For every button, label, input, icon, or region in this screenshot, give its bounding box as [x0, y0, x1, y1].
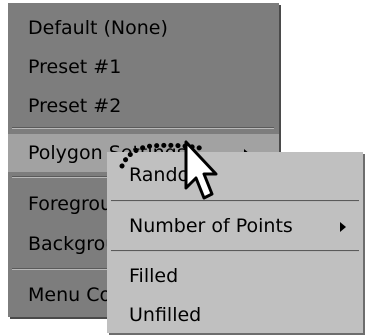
submenu-arrow-icon [340, 222, 346, 232]
submenu-item-filled[interactable]: Filled [107, 258, 363, 294]
menu-separator [12, 268, 107, 270]
submenu-item-number-of-points[interactable]: Number of Points [107, 208, 363, 244]
submenu-separator [111, 200, 359, 202]
polygon-settings-submenu: Random Number of Points Filled Unfilled [107, 152, 363, 333]
menu-item-default-none[interactable]: Default (None) [8, 9, 279, 47]
menu-separator [12, 176, 107, 178]
menu-stage: Default (None) Preset #1 Preset #2 Polyg… [0, 0, 366, 335]
submenu-item-number-of-points-label: Number of Points [129, 215, 293, 237]
submenu-separator [111, 250, 359, 252]
arrow-pointer-icon [184, 140, 218, 200]
submenu-item-unfilled[interactable]: Unfilled [107, 297, 363, 333]
menu-item-preset-1[interactable]: Preset #1 [8, 48, 279, 86]
menu-separator [12, 127, 274, 129]
menu-item-preset-2[interactable]: Preset #2 [8, 87, 279, 125]
